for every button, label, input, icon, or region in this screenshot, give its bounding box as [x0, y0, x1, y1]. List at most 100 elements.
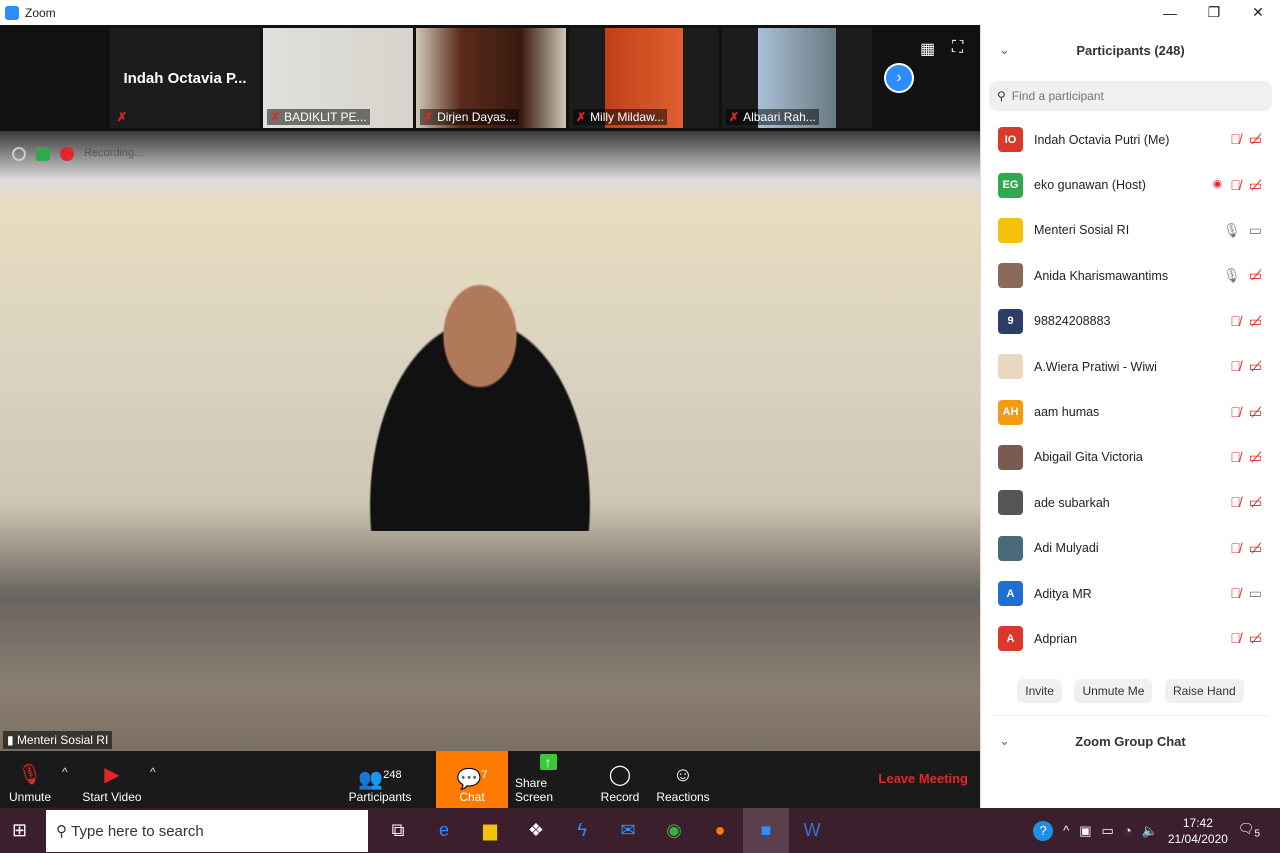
- title-bar: Zoom — ❐ ✕: [0, 0, 1280, 25]
- participant-name: aam humas: [1034, 405, 1100, 420]
- participant-row[interactable]: Menteri Sosial RI 🎙 ▭: [981, 208, 1280, 253]
- next-page-button[interactable]: ›: [884, 63, 914, 93]
- start-video-button[interactable]: ▶ Start Video: [82, 751, 142, 808]
- clock[interactable]: 17:42 21/04/2020: [1168, 815, 1228, 847]
- participants-button[interactable]: 👥248 Participants: [349, 751, 412, 808]
- mic-icon: 🎙: [1222, 221, 1241, 238]
- encryption-icon[interactable]: [36, 147, 50, 161]
- app-icon[interactable]: ϟ: [559, 808, 605, 853]
- participant-search[interactable]: ⚲: [989, 81, 1272, 111]
- avatar: AH: [998, 399, 1023, 425]
- collapse-chevron-icon[interactable]: ⌄: [999, 42, 1010, 58]
- video-off-icon: ▭̸: [1248, 176, 1262, 193]
- speaker-figure: [340, 271, 620, 531]
- meeting-area: Indah Octavia P... ✗ ✗ BADIKLIT PE... ✗ Di…: [0, 25, 980, 808]
- battery-icon[interactable]: ▭: [1102, 823, 1114, 839]
- mic-muted-icon: 🎙̸: [1230, 630, 1241, 647]
- participant-row[interactable]: A.Wiera Pratiwi - Wiwi 🎙̸ ▭̸: [981, 344, 1280, 389]
- task-view-icon[interactable]: ⧉: [375, 808, 421, 853]
- raise-hand-button[interactable]: Raise Hand: [1165, 679, 1244, 703]
- video-tile[interactable]: ✗ BADIKLIT PE...: [263, 28, 413, 128]
- participant-row[interactable]: A Aditya MR 🎙̸ ▭: [981, 571, 1280, 616]
- participant-name: Abigail Gita Victoria: [1034, 450, 1143, 465]
- firefox-icon[interactable]: ●: [697, 808, 743, 853]
- gallery-view-icon[interactable]: ▦: [920, 39, 935, 59]
- participant-name: Indah Octavia Putri (Me): [1034, 132, 1170, 147]
- close-button[interactable]: ✕: [1236, 0, 1280, 25]
- leave-meeting-button[interactable]: Leave Meeting: [878, 771, 968, 786]
- mic-muted-icon: 🎙̸: [1230, 176, 1241, 193]
- notifications-icon[interactable]: 🗨5: [1238, 821, 1260, 840]
- video-off-icon: ▭̸: [1248, 267, 1262, 284]
- video-tile[interactable]: ✗ Albaari Rah...: [722, 28, 872, 128]
- participant-row[interactable]: 9 98824208883 🎙̸ ▭̸: [981, 299, 1280, 344]
- share-screen-button[interactable]: ↑ Share Screen: [515, 751, 581, 808]
- chat-button[interactable]: 💬7 Chat: [436, 751, 508, 808]
- tray-app-icon[interactable]: ▣: [1079, 823, 1091, 839]
- tile-name: Indah Octavia P...: [123, 70, 247, 87]
- avatar: IO: [998, 127, 1023, 153]
- chrome-icon[interactable]: ◉: [651, 808, 697, 853]
- windows-start-icon[interactable]: ⊞: [12, 820, 27, 841]
- speaker-name-label: ▮ Menteri Sosial RI: [3, 731, 113, 749]
- participant-row[interactable]: Anida Kharismawantims 🎙 ▭̸: [981, 253, 1280, 298]
- recording-icon: ◉: [1212, 177, 1223, 190]
- video-icon: ▭: [1248, 221, 1262, 238]
- avatar: [998, 217, 1023, 243]
- word-icon[interactable]: W: [789, 808, 835, 853]
- mic-muted-icon: ✗: [117, 110, 128, 124]
- participant-row[interactable]: IO Indah Octavia Putri (Me) 🎙̸ ▭̸: [981, 117, 1280, 162]
- video-off-icon: ▭̸: [1248, 358, 1262, 375]
- mic-muted-icon: ✗: [270, 110, 281, 124]
- search-input[interactable]: [1011, 89, 1252, 103]
- minimize-button[interactable]: —: [1148, 0, 1192, 25]
- participant-name: 98824208883: [1034, 314, 1111, 329]
- participant-name: Adi Mulyadi: [1034, 541, 1099, 556]
- unmute-me-button[interactable]: Unmute Me: [1074, 679, 1153, 703]
- audio-options-caret[interactable]: ^: [62, 765, 68, 779]
- video-tile[interactable]: Indah Octavia P... ✗: [110, 28, 260, 128]
- edge-icon[interactable]: e: [421, 808, 467, 853]
- signal-icon: ▮: [7, 733, 17, 747]
- video-off-icon: ▭̸: [1248, 312, 1262, 329]
- mic-muted-icon: ✗: [729, 110, 740, 124]
- video-tile[interactable]: ✗ Milly Mildaw...: [569, 28, 719, 128]
- tile-name: Dirjen Dayas...: [437, 110, 516, 124]
- avatar: [998, 490, 1023, 516]
- participants-icon: 👥248: [358, 768, 402, 791]
- participant-row[interactable]: ade subarkah 🎙̸ ▭̸: [981, 480, 1280, 525]
- avatar: [998, 354, 1023, 380]
- video-off-icon: ▭̸: [1248, 539, 1262, 556]
- reactions-button[interactable]: ☺ Reactions: [656, 751, 709, 808]
- dropbox-icon[interactable]: ❖: [513, 808, 559, 853]
- avatar: [998, 535, 1023, 561]
- taskbar-search[interactable]: ⚲ Type here to search: [46, 810, 368, 852]
- unmute-button[interactable]: 🎙 Unmute: [8, 751, 52, 808]
- participant-row[interactable]: AH aam humas 🎙̸ ▭̸: [981, 389, 1280, 434]
- video-off-icon: ▭̸: [1248, 448, 1262, 465]
- video-tile[interactable]: ✗ Dirjen Dayas...: [416, 28, 566, 128]
- volume-icon[interactable]: 🔈: [1142, 823, 1158, 839]
- tile-name: Albaari Rah...: [743, 110, 816, 124]
- collapse-chevron-icon[interactable]: ⌄: [999, 733, 1010, 749]
- zoom-icon[interactable]: ■: [743, 808, 789, 853]
- participant-row[interactable]: Abigail Gita Victoria 🎙̸ ▭̸: [981, 435, 1280, 480]
- record-button[interactable]: ◯ Record: [600, 751, 640, 808]
- video-options-caret[interactable]: ^: [150, 765, 156, 779]
- maximize-button[interactable]: ❐: [1192, 0, 1236, 25]
- file-explorer-icon[interactable]: ▆: [467, 808, 513, 853]
- fullscreen-icon[interactable]: ⛶: [952, 39, 963, 57]
- participant-name: Aditya MR: [1034, 586, 1092, 601]
- participant-row[interactable]: Adi Mulyadi 🎙̸ ▭̸: [981, 526, 1280, 571]
- mail-icon[interactable]: ✉: [605, 808, 651, 853]
- invite-button[interactable]: Invite: [1017, 679, 1062, 703]
- participant-row[interactable]: ARAep Rusmana🎙̸▭̸: [981, 662, 1280, 667]
- help-icon[interactable]: ?: [1033, 820, 1054, 841]
- mic-muted-icon: ✗: [576, 110, 587, 124]
- info-icon[interactable]: [12, 147, 26, 161]
- participant-row[interactable]: EG eko gunawan (Host) ◉ 🎙̸ ▭̸: [981, 162, 1280, 207]
- wifi-icon[interactable]: ◔: [1124, 823, 1132, 838]
- show-hidden-icons[interactable]: ^: [1063, 823, 1069, 838]
- participant-row[interactable]: A Adprian 🎙̸ ▭̸: [981, 616, 1280, 661]
- video-off-icon: ▭̸: [1248, 494, 1262, 511]
